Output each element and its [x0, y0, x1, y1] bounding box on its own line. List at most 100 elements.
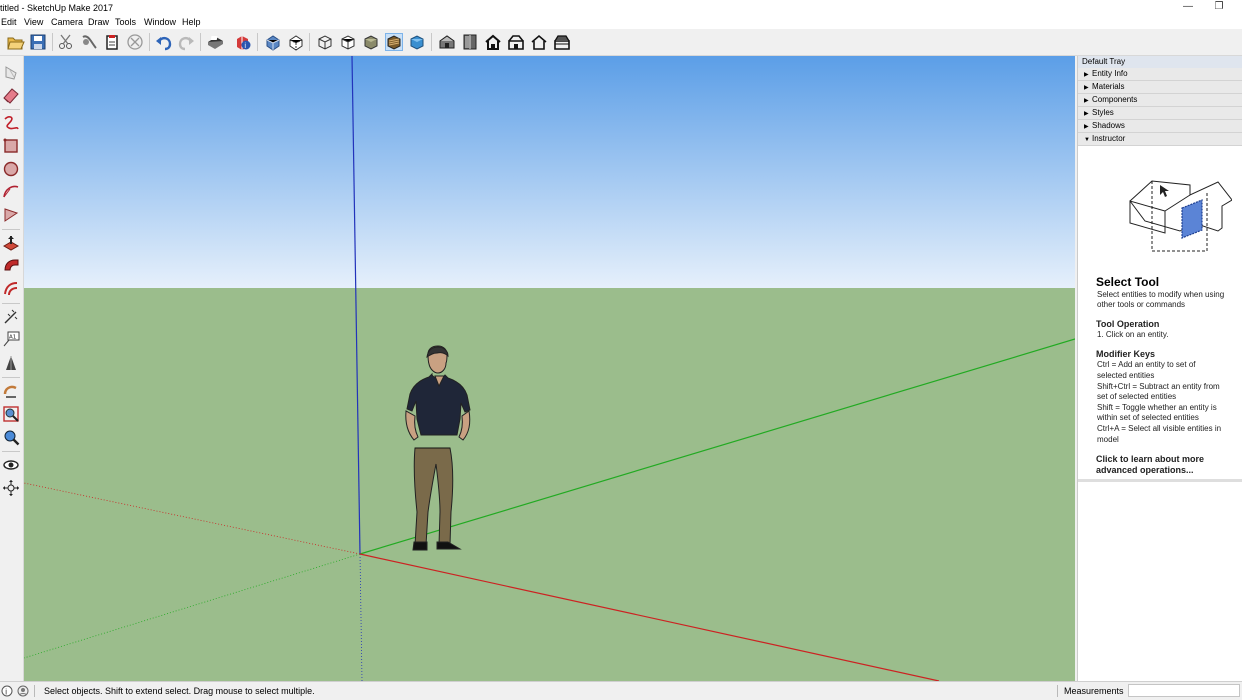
- panel-label: Instructor: [1092, 134, 1126, 143]
- measurements-separator: [1057, 685, 1058, 697]
- position-camera-icon[interactable]: [2, 479, 20, 497]
- offset-icon[interactable]: [2, 280, 20, 298]
- instructor-modifier-line: Shift+Ctrl = Subtract an entity from: [1097, 382, 1220, 391]
- select-icon[interactable]: [2, 64, 20, 82]
- collapsed-arrow-icon: ▶: [1084, 124, 1089, 130]
- panel-styles[interactable]: ▶ Styles: [1078, 107, 1242, 120]
- open-icon[interactable]: [7, 33, 25, 51]
- zoom-window-icon[interactable]: [2, 428, 20, 446]
- left-toolbar: A1: [0, 56, 24, 681]
- front-view-icon[interactable]: [484, 33, 502, 51]
- measurements-label: Measurements: [1064, 686, 1124, 696]
- print-icon[interactable]: [206, 33, 224, 51]
- monochrome-icon[interactable]: [408, 33, 426, 51]
- right-view-icon[interactable]: [507, 33, 525, 51]
- panel-components[interactable]: ▶ Components: [1078, 94, 1242, 107]
- push-pull-icon[interactable]: [2, 234, 20, 252]
- instructor-description-line: Select entities to modify when using: [1097, 290, 1225, 299]
- panel-instructor[interactable]: ▼ Instructor: [1078, 133, 1242, 146]
- shaded-textures-icon[interactable]: [385, 33, 403, 51]
- menu-bar: Edit View Camera Draw Tools Window Help: [0, 16, 1242, 29]
- collapsed-arrow-icon: ▶: [1084, 98, 1089, 104]
- panel-label: Components: [1092, 95, 1138, 104]
- axes-icon[interactable]: [2, 354, 20, 372]
- panel-shadows[interactable]: ▶ Shadows: [1078, 120, 1242, 133]
- xray-icon[interactable]: [264, 33, 282, 51]
- sky: [24, 56, 1075, 288]
- undo-icon[interactable]: [155, 33, 173, 51]
- title-bar: titled - SketchUp Make 2017 — ❐: [0, 0, 1242, 16]
- hidden-line-icon[interactable]: [339, 33, 357, 51]
- menu-camera[interactable]: Camera: [51, 17, 83, 27]
- menu-tools[interactable]: Tools: [115, 17, 136, 27]
- paste-icon[interactable]: [103, 33, 121, 51]
- arc-icon[interactable]: [2, 183, 20, 201]
- restore-button[interactable]: ❐: [1209, 1, 1229, 15]
- rectangle-icon[interactable]: [2, 137, 20, 155]
- panel-entity-info[interactable]: ▶ Entity Info: [1078, 68, 1242, 81]
- measurements-input[interactable]: [1128, 684, 1240, 697]
- cut-icon[interactable]: [57, 33, 75, 51]
- collapsed-arrow-icon: ▶: [1084, 111, 1089, 117]
- instructor-modifier-line: set of selected entities: [1097, 392, 1177, 401]
- model-info-icon[interactable]: i: [234, 33, 252, 51]
- model-viewport[interactable]: [24, 56, 1075, 681]
- copy-icon[interactable]: [80, 33, 98, 51]
- follow-me-icon[interactable]: [2, 257, 20, 275]
- instructor-operation-line: 1. Click on an entity.: [1097, 330, 1169, 339]
- text-icon-label: A1: [9, 335, 16, 341]
- back-view-icon[interactable]: [530, 33, 548, 51]
- instructor-tool-name: Select Tool: [1096, 275, 1160, 289]
- tape-measure-icon[interactable]: [2, 308, 20, 326]
- left-view-icon[interactable]: [553, 33, 571, 51]
- redo-icon[interactable]: [177, 33, 195, 51]
- default-tray: Default Tray ▶ Entity Info ▶ Materials ▶ Co…: [1077, 56, 1242, 681]
- eraser-icon[interactable]: [2, 86, 20, 104]
- instructor-modifier-line: Ctrl+A = Select all visible entities in: [1097, 424, 1222, 433]
- minimize-button[interactable]: —: [1178, 1, 1198, 15]
- svg-text:i: i: [244, 42, 246, 50]
- instructor-divider: [1078, 479, 1242, 482]
- instructor-modifier-line: model: [1097, 435, 1119, 444]
- panel-label: Shadows: [1092, 121, 1125, 130]
- menu-window[interactable]: Window: [144, 17, 176, 27]
- svg-text:i: i: [5, 688, 7, 697]
- status-separator: [34, 685, 35, 697]
- instructor-operation-heading: Tool Operation: [1096, 319, 1160, 329]
- collapsed-arrow-icon: ▶: [1084, 72, 1089, 78]
- panel-label: Entity Info: [1092, 69, 1128, 78]
- iso-view-icon[interactable]: [438, 33, 456, 51]
- panel-materials[interactable]: ▶ Materials: [1078, 81, 1242, 94]
- expanded-arrow-icon: ▼: [1084, 137, 1090, 143]
- status-text: Select objects. Shift to extend select. …: [44, 686, 315, 696]
- credits-icon[interactable]: [17, 685, 29, 697]
- walk-icon[interactable]: [2, 456, 20, 474]
- wireframe-icon[interactable]: [316, 33, 334, 51]
- circle-icon[interactable]: [2, 160, 20, 178]
- tray-title: Default Tray: [1078, 56, 1242, 68]
- zoom-icon[interactable]: [2, 405, 20, 423]
- menu-view[interactable]: View: [24, 17, 43, 27]
- instructor-learn-more-link[interactable]: advanced operations...: [1096, 465, 1194, 475]
- shaded-icon[interactable]: [362, 33, 380, 51]
- instructor-modifier-line: within set of selected entities: [1097, 413, 1199, 422]
- collapsed-arrow-icon: ▶: [1084, 85, 1089, 91]
- instructor-modifier-line: Ctrl = Add an entity to set of: [1097, 360, 1196, 369]
- geo-location-icon[interactable]: i: [1, 685, 13, 697]
- text-icon[interactable]: A1: [2, 330, 20, 348]
- window-title: titled - SketchUp Make 2017: [0, 3, 114, 13]
- instructor-modifier-line: selected entities: [1097, 371, 1155, 380]
- status-bar: i Select objects. Shift to extend select…: [0, 681, 1242, 700]
- save-icon[interactable]: [29, 33, 47, 51]
- freehand-icon[interactable]: [2, 114, 20, 132]
- top-view-icon[interactable]: [461, 33, 479, 51]
- instructor-modifier-heading: Modifier Keys: [1096, 349, 1156, 359]
- menu-edit[interactable]: Edit: [1, 17, 17, 27]
- back-edges-icon[interactable]: [287, 33, 305, 51]
- instructor-learn-more-link[interactable]: Click to learn about more: [1096, 454, 1204, 464]
- polygon-icon[interactable]: [2, 206, 20, 224]
- menu-help[interactable]: Help: [182, 17, 201, 27]
- orbit-icon[interactable]: [2, 382, 20, 400]
- erase-icon[interactable]: [126, 33, 144, 51]
- menu-draw[interactable]: Draw: [88, 17, 109, 27]
